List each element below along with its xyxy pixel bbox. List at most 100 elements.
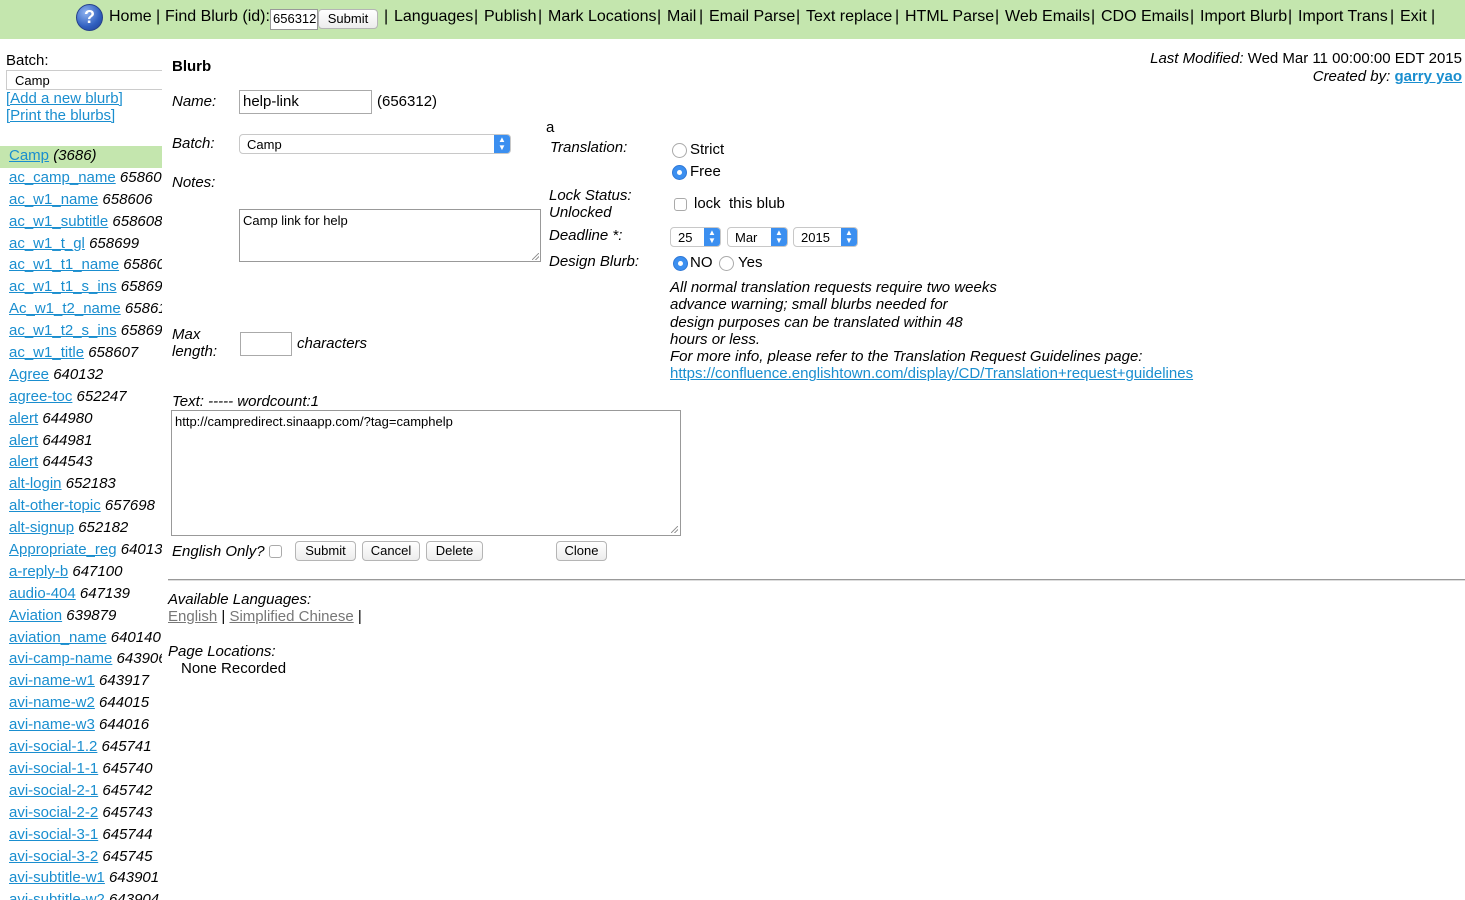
- nav-home[interactable]: Home: [109, 8, 152, 26]
- blurb-link[interactable]: avi-social-1-1: [9, 760, 98, 777]
- cancel-button[interactable]: Cancel: [362, 541, 420, 561]
- nav-text-replace[interactable]: Text replace: [806, 8, 892, 26]
- blurb-link[interactable]: Camp: [9, 147, 49, 164]
- nav-html-parse[interactable]: HTML Parse: [905, 8, 994, 26]
- blurb-link[interactable]: ac_w1_t1_s_ins: [9, 278, 117, 295]
- blurb-link[interactable]: Aviation: [9, 607, 62, 624]
- language-link-english[interactable]: English: [168, 608, 217, 625]
- nav-exit[interactable]: Exit: [1400, 8, 1427, 26]
- blurb-link[interactable]: avi-name-w1: [9, 672, 95, 689]
- list-item: avi-social-2-2 645743: [0, 803, 162, 825]
- nav-mail[interactable]: Mail: [667, 8, 696, 26]
- guidelines-link[interactable]: https://confluence.englishtown.com/displ…: [670, 365, 1193, 382]
- nav-separator: |: [699, 8, 704, 25]
- created-by-label: Created by:: [1312, 68, 1391, 85]
- print-blurbs-link[interactable]: [Print the blurbs]: [6, 107, 115, 124]
- blurb-id: 643917: [99, 672, 150, 690]
- blurb-link[interactable]: alt-signup: [9, 519, 74, 536]
- batch-select[interactable]: Camp ▲ ▼: [239, 134, 511, 154]
- blurb-link[interactable]: avi-social-1.2: [9, 738, 97, 755]
- language-link-simplified-chinese[interactable]: Simplified Chinese: [229, 608, 353, 625]
- blurb-link[interactable]: Agree: [9, 366, 49, 383]
- english-only-checkbox[interactable]: [269, 545, 282, 558]
- nav-import-blurb[interactable]: Import Blurb: [1200, 8, 1287, 26]
- list-item: Camp (3686): [0, 146, 162, 168]
- nav-cdo-emails[interactable]: CDO Emails: [1101, 8, 1189, 26]
- blurb-link[interactable]: aviation_name: [9, 629, 107, 646]
- text-textarea[interactable]: http://campredirect.sinaapp.com/?tag=cam…: [171, 410, 681, 536]
- nav-import-trans[interactable]: Import Trans: [1298, 8, 1388, 26]
- list-item: ac_w1_t2_s_ins 658697: [0, 321, 162, 343]
- blurb-id: 644016: [99, 716, 150, 734]
- sidebar-batch-select[interactable]: Camp: [6, 70, 162, 90]
- blurb-link[interactable]: avi-social-2-1: [9, 782, 98, 799]
- find-blurb-input[interactable]: 656312: [270, 9, 318, 30]
- page-locations-value: None Recorded: [181, 660, 287, 677]
- blurb-link[interactable]: avi-social-2-2: [9, 804, 98, 821]
- blurb-link[interactable]: avi-name-w2: [9, 694, 95, 711]
- translation-strict-radio[interactable]: [672, 143, 687, 158]
- design-no-radio[interactable]: [673, 256, 688, 271]
- blurb-link[interactable]: Ac_w1_t2_name: [9, 300, 121, 317]
- info-line: For more info, please refer to the Trans…: [670, 348, 1143, 366]
- blurb-link[interactable]: avi-social-3-2: [9, 848, 98, 865]
- blurb-link[interactable]: audio-404: [9, 585, 76, 602]
- deadline-day-select[interactable]: 25 ▲ ▼: [670, 227, 721, 247]
- list-item: avi-social-3-2 645745: [0, 847, 162, 869]
- blurb-link[interactable]: ac_w1_title: [9, 344, 84, 361]
- blurb-link[interactable]: ac_w1_name: [9, 191, 98, 208]
- blurb-link[interactable]: agree-toc: [9, 388, 72, 405]
- available-languages-label: Available Languages:: [168, 591, 312, 608]
- deadline-month-select[interactable]: Mar ▲ ▼: [727, 227, 788, 247]
- deadline-label: Deadline *:: [549, 227, 623, 244]
- select-arrows-icon: ▲ ▼: [771, 228, 787, 246]
- delete-button[interactable]: Delete: [426, 541, 483, 561]
- translation-info: All normal translation requests require …: [670, 279, 1193, 383]
- blurb-link[interactable]: avi-social-3-1: [9, 826, 98, 843]
- find-submit-button[interactable]: Submit: [318, 9, 378, 29]
- nav-email-parse[interactable]: Email Parse: [709, 8, 795, 26]
- notes-textarea[interactable]: Camp link for help: [239, 209, 541, 262]
- blurb-link[interactable]: alert: [9, 453, 38, 470]
- lock-checkbox[interactable]: [674, 198, 687, 211]
- nav-web-emails[interactable]: Web Emails: [1005, 8, 1090, 26]
- help-icon[interactable]: ?: [76, 4, 103, 31]
- nav-separator: |: [156, 8, 161, 25]
- nav-separator: |: [474, 8, 479, 25]
- blurb-link[interactable]: alert: [9, 410, 38, 427]
- blurb-link[interactable]: avi-camp-name: [9, 650, 112, 667]
- sidebar-batch-label: Batch:: [6, 52, 49, 69]
- blurb-link[interactable]: alert: [9, 432, 38, 449]
- nav-publish[interactable]: Publish: [484, 8, 536, 26]
- blurb-link[interactable]: avi-subtitle-w1: [9, 869, 105, 886]
- blurb-link[interactable]: ac_w1_t2_s_ins: [9, 322, 117, 339]
- resize-grip-icon: [532, 253, 539, 260]
- blurb-id: 645741: [101, 738, 152, 756]
- design-yes-radio[interactable]: [719, 256, 734, 271]
- blurb-link[interactable]: avi-name-w3: [9, 716, 95, 733]
- name-input[interactable]: help-link: [239, 90, 372, 114]
- blurb-link[interactable]: Appropriate_reg: [9, 541, 117, 558]
- list-item: avi-social-1.2 645741: [0, 737, 162, 759]
- blurb-link[interactable]: alt-other-topic: [9, 497, 101, 514]
- created-by-link[interactable]: garry yao: [1394, 68, 1462, 85]
- translation-free-radio[interactable]: [672, 165, 687, 180]
- nav-languages[interactable]: Languages: [394, 8, 473, 26]
- nav-mark-locations[interactable]: Mark Locations: [548, 8, 657, 26]
- blurb-id: 640132: [53, 365, 104, 383]
- deadline-year-select[interactable]: 2015 ▲ ▼: [793, 227, 858, 247]
- batch-label: Batch:: [172, 135, 215, 152]
- blurb-link[interactable]: ac_w1_t_gl: [9, 235, 85, 252]
- blurb-link[interactable]: ac_w1_t1_name: [9, 256, 119, 273]
- max-length-input[interactable]: [240, 332, 292, 356]
- blurb-link[interactable]: ac_w1_subtitle: [9, 213, 108, 230]
- text-wordcount-label: Text: ----- wordcount:1: [172, 393, 319, 410]
- blurb-link[interactable]: ac_camp_name: [9, 169, 116, 186]
- blurb-link[interactable]: avi-subtitle-w2: [9, 891, 105, 900]
- nav-separator: |: [1288, 8, 1293, 25]
- submit-button[interactable]: Submit: [295, 541, 356, 561]
- clone-button[interactable]: Clone: [556, 541, 607, 561]
- add-blurb-link[interactable]: [Add a new blurb]: [6, 90, 123, 107]
- blurb-link[interactable]: alt-login: [9, 475, 62, 492]
- blurb-link[interactable]: a-reply-b: [9, 563, 68, 580]
